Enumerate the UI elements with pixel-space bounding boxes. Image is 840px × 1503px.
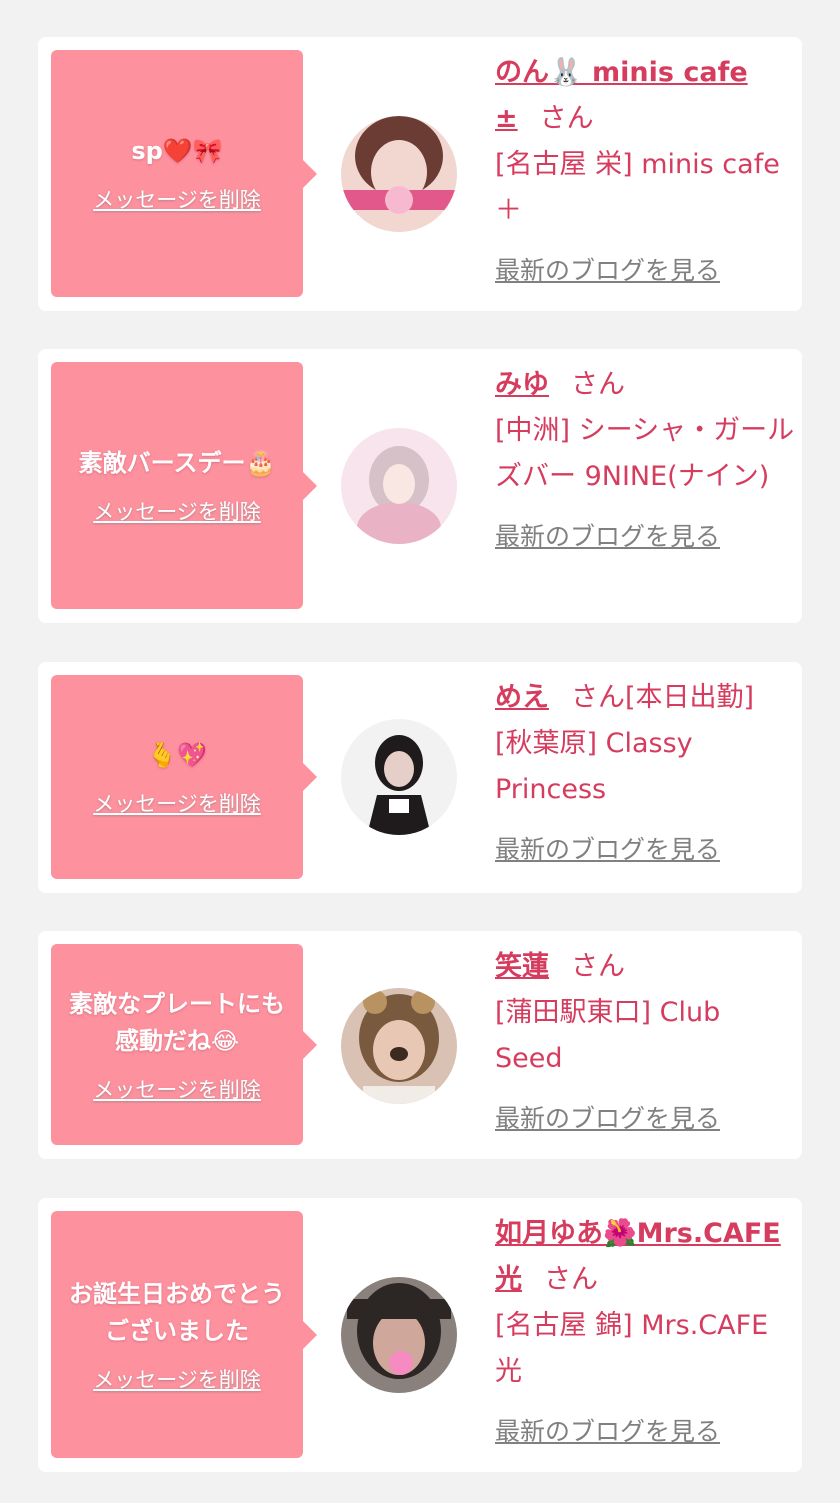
- delete-message-link[interactable]: メッセージを削除: [93, 1364, 261, 1394]
- shop-name: [秋葉原] Classy Princess: [495, 728, 693, 805]
- honorific: さん: [571, 951, 625, 982]
- latest-blog-link[interactable]: 最新のブログを見る: [495, 514, 795, 560]
- delete-message-link[interactable]: メッセージを削除: [93, 1074, 261, 1104]
- honorific: さん: [571, 369, 625, 400]
- cast-name-link[interactable]: 笑蓮: [495, 951, 549, 982]
- message-bubble: sp❤️🎀 メッセージを削除: [51, 50, 317, 297]
- work-status: [本日出勤]: [625, 682, 755, 713]
- cast-info: のん🐰 minis cafe ± さん [名古屋 栄] minis cafe ＋ …: [495, 50, 795, 294]
- shop-name: [名古屋 栄] minis cafe ＋: [495, 149, 780, 226]
- message-text: 🫰💖: [147, 740, 207, 769]
- avatar[interactable]: [341, 988, 457, 1104]
- avatar[interactable]: [341, 116, 457, 232]
- avatar[interactable]: [341, 428, 457, 544]
- latest-blog-link[interactable]: 最新のブログを見る: [495, 827, 795, 873]
- message-list: sp❤️🎀 メッセージを削除 のん🐰 minis cafe ± さん [名古屋 栄…: [0, 0, 840, 1503]
- message-card: 素敵バースデー🎂 メッセージを削除 みゆ さん [中洲] シーシャ・ガールズバー …: [38, 349, 802, 623]
- latest-blog-link[interactable]: 最新のブログを見る: [495, 248, 795, 294]
- message-text: 素敵なプレートにも感動だね😂: [69, 989, 285, 1055]
- honorific: さん: [539, 103, 594, 134]
- latest-blog-link[interactable]: 最新のブログを見る: [495, 1409, 795, 1455]
- avatar-image: [341, 1277, 457, 1393]
- message-card: 🫰💖 メッセージを削除 めえ さん[本日出勤] [秋葉原] Classy Prin…: [38, 662, 802, 893]
- avatar-image: [341, 719, 457, 835]
- message-text: 素敵バースデー🎂: [78, 449, 276, 477]
- cast-name-link[interactable]: めえ: [495, 682, 549, 713]
- message-bubble: 素敵バースデー🎂 メッセージを削除: [51, 362, 317, 609]
- cast-info: 笑蓮 さん [蒲田駅東口] Club Seed 最新のブログを見る: [495, 944, 795, 1142]
- delete-message-link[interactable]: メッセージを削除: [93, 184, 261, 214]
- message-text: sp❤️🎀: [131, 137, 223, 165]
- avatar[interactable]: [341, 719, 457, 835]
- delete-message-link[interactable]: メッセージを削除: [93, 788, 261, 818]
- cast-name-link[interactable]: みゆ: [495, 369, 549, 400]
- honorific: さん: [571, 682, 625, 713]
- message-card: 素敵なプレートにも感動だね😂 メッセージを削除 笑蓮 さん [蒲田駅東口] Clu…: [38, 931, 802, 1159]
- cast-info: めえ さん[本日出勤] [秋葉原] Classy Princess 最新のブログを…: [495, 675, 795, 873]
- delete-message-link[interactable]: メッセージを削除: [93, 496, 261, 526]
- message-card: sp❤️🎀 メッセージを削除 のん🐰 minis cafe ± さん [名古屋 栄…: [38, 37, 802, 311]
- message-card: お誕生日おめでとうございました メッセージを削除 如月ゆあ🌺Mrs.CAFE光さ…: [38, 1198, 802, 1472]
- message-bubble: 素敵なプレートにも感動だね😂 メッセージを削除: [51, 944, 317, 1145]
- latest-blog-link[interactable]: 最新のブログを見る: [495, 1096, 795, 1142]
- message-bubble: 🫰💖 メッセージを削除: [51, 675, 317, 879]
- cast-info: 如月ゆあ🌺Mrs.CAFE光 さん [名古屋 錦] Mrs.CAFE光 最新のブロ…: [495, 1211, 795, 1455]
- honorific: さん: [544, 1264, 598, 1295]
- message-text: お誕生日おめでとうございました: [69, 1279, 285, 1345]
- message-bubble: お誕生日おめでとうございました メッセージを削除: [51, 1211, 317, 1458]
- shop-name: [蒲田駅東口] Club Seed: [495, 997, 721, 1074]
- avatar-image: [341, 988, 457, 1104]
- cast-info: みゆ さん [中洲] シーシャ・ガールズバー 9NINE(ナイン) 最新のブログを…: [495, 362, 795, 560]
- avatar-image: [341, 116, 457, 232]
- avatar[interactable]: [341, 1277, 457, 1393]
- shop-name: [名古屋 錦] Mrs.CAFE光: [495, 1310, 769, 1387]
- shop-name: [中洲] シーシャ・ガールズバー 9NINE(ナイン): [495, 415, 795, 492]
- avatar-image: [341, 428, 457, 544]
